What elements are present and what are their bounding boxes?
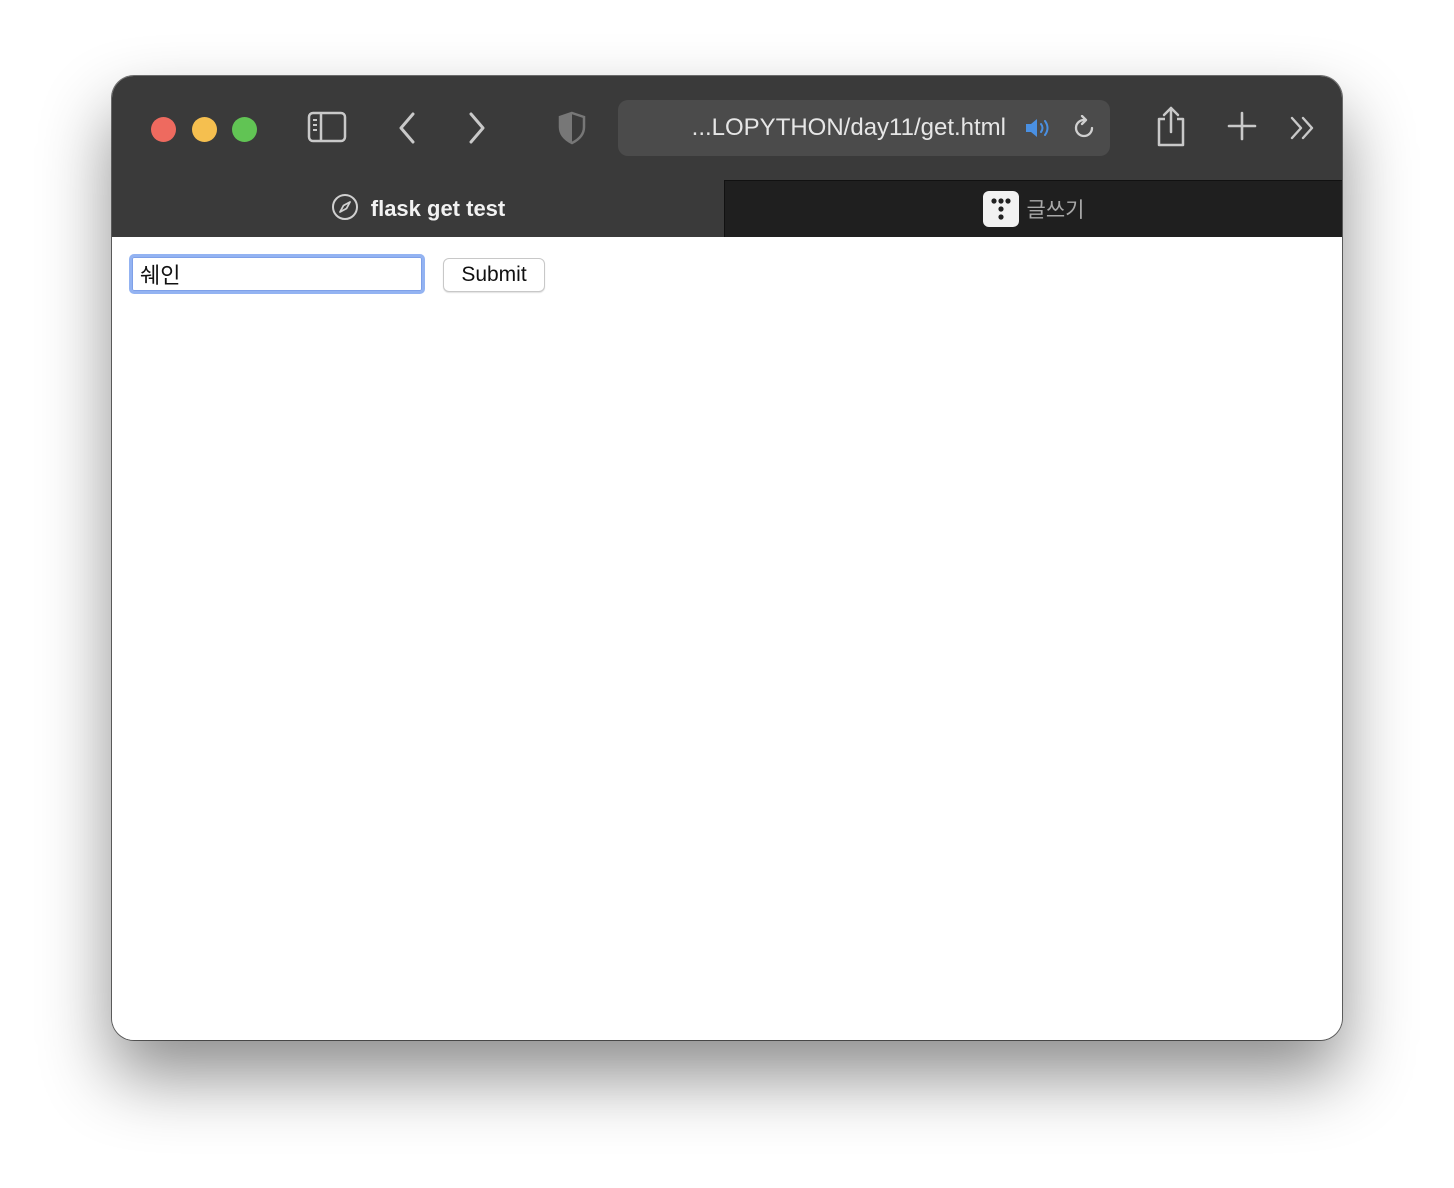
compass-icon: [331, 193, 359, 225]
forward-chevron-icon: [467, 111, 487, 145]
forward-button[interactable]: [462, 110, 492, 146]
browser-window: ...LOPYTHON/day11/get.html flask get tes…: [112, 76, 1342, 1040]
share-icon: [1155, 105, 1187, 147]
tistory-dots-icon: [982, 191, 1019, 227]
browser-toolbar: ...LOPYTHON/day11/get.html: [112, 76, 1342, 180]
more-chevron-icon: [1289, 114, 1317, 142]
close-window-button[interactable]: [151, 117, 176, 142]
privacy-report-button[interactable]: [556, 110, 588, 146]
sidebar-icon: [307, 111, 347, 143]
more-toolbar-button[interactable]: [1288, 112, 1318, 144]
reload-icon: [1071, 115, 1097, 141]
reload-button[interactable]: [1070, 114, 1098, 142]
back-chevron-icon: [397, 111, 417, 145]
submit-button[interactable]: Submit: [443, 258, 545, 292]
share-button[interactable]: [1154, 104, 1188, 148]
mute-tab-button[interactable]: [1024, 114, 1054, 142]
tab-bar: flask get test 글쓰기: [112, 180, 1342, 237]
address-bar[interactable]: ...LOPYTHON/day11/get.html: [618, 100, 1110, 156]
tab-label: flask get test: [370, 195, 506, 221]
privacy-shield-icon: [557, 111, 587, 145]
speaker-wave-icon: [1024, 116, 1054, 140]
minimize-window-button[interactable]: [192, 117, 217, 142]
url-text[interactable]: ...LOPYTHON/day11/get.html: [646, 112, 1006, 144]
back-button[interactable]: [392, 110, 422, 146]
sidebar-toggle-button[interactable]: [307, 110, 347, 144]
tab-write-post[interactable]: 글쓰기: [725, 180, 1342, 237]
page-content: Submit: [112, 237, 1342, 1040]
new-tab-button[interactable]: [1226, 110, 1258, 142]
zoom-window-button[interactable]: [232, 117, 257, 142]
tab-flask-get-test[interactable]: flask get test: [112, 180, 724, 237]
name-input[interactable]: [129, 254, 425, 294]
tab-label: 글쓰기: [1026, 198, 1085, 222]
new-tab-plus-icon: [1227, 111, 1257, 141]
